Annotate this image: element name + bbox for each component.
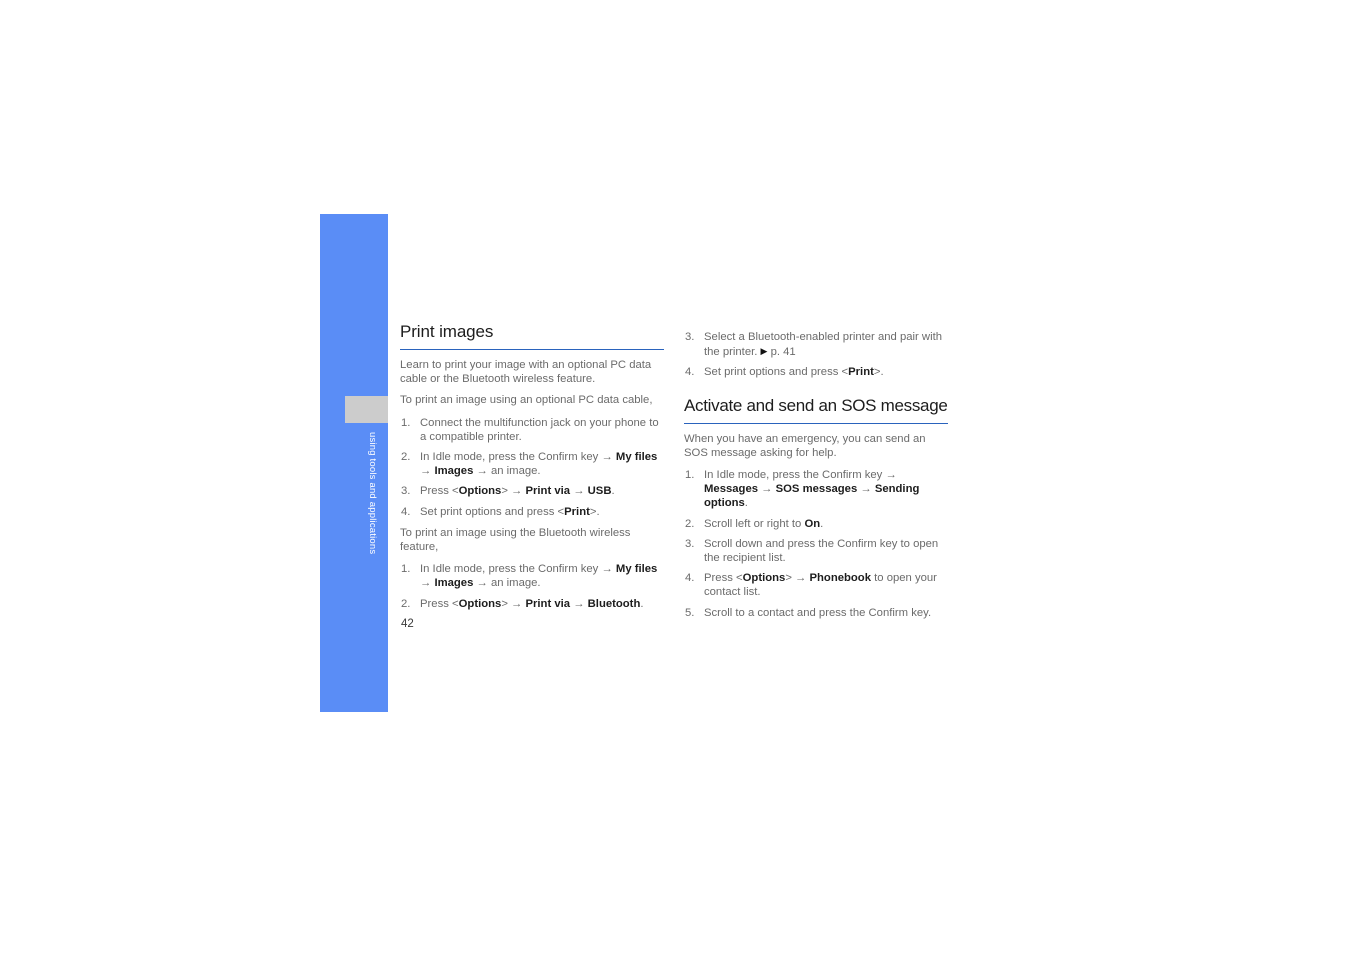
list-item: Press <Options> → Print via → Bluetooth. [401, 597, 644, 611]
print-images-heading: Print images [400, 322, 664, 350]
bluetooth-print-lead: To print an image using the Bluetooth wi… [400, 526, 631, 554]
list-item: Scroll down and press the Confirm key to… [685, 537, 939, 565]
list-item: Set print options and press <Print>. [685, 365, 884, 379]
usb-print-steps: Connect the multifunction jack on your p… [400, 416, 664, 519]
manual-page: using tools and applications 42 Print im… [0, 0, 1350, 954]
page-number: 42 [401, 618, 414, 630]
list-item: Scroll left or right to On. [685, 517, 824, 531]
left-column: Print images Learn to print your image w… [400, 322, 664, 611]
list-item: Set print options and press <Print>. [401, 505, 600, 519]
sos-intro: When you have an emergency, you can send… [684, 432, 926, 459]
list-item: Press <Options> → Print via → USB. [401, 484, 615, 498]
list-item: In Idle mode, press the Confirm key → Me… [685, 468, 920, 510]
usb-print-lead: To print an image using an optional PC d… [400, 394, 653, 407]
list-item: Press <Options> → Phonebook to open your… [685, 571, 937, 599]
list-item: Scroll to a contact and press the Confir… [685, 606, 932, 620]
list-item: Select a Bluetooth-enabled printer and p… [685, 330, 943, 359]
print-images-intro: Learn to print your image with an option… [400, 359, 652, 386]
chapter-label: using tools and applications [367, 432, 378, 555]
bluetooth-print-steps-continued: Select a Bluetooth-enabled printer and p… [684, 330, 948, 380]
sos-message-heading: Activate and send an SOS message [684, 396, 948, 424]
chapter-thumb-tab [345, 396, 388, 423]
sos-steps: In Idle mode, press the Confirm key → Me… [684, 468, 948, 620]
list-item: Connect the multifunction jack on your p… [401, 416, 659, 443]
right-column: Select a Bluetooth-enabled printer and p… [684, 322, 948, 620]
bluetooth-print-steps: In Idle mode, press the Confirm key → My… [400, 562, 664, 611]
list-item: In Idle mode, press the Confirm key → My… [401, 562, 658, 590]
list-item: In Idle mode, press the Confirm key → My… [401, 450, 658, 478]
